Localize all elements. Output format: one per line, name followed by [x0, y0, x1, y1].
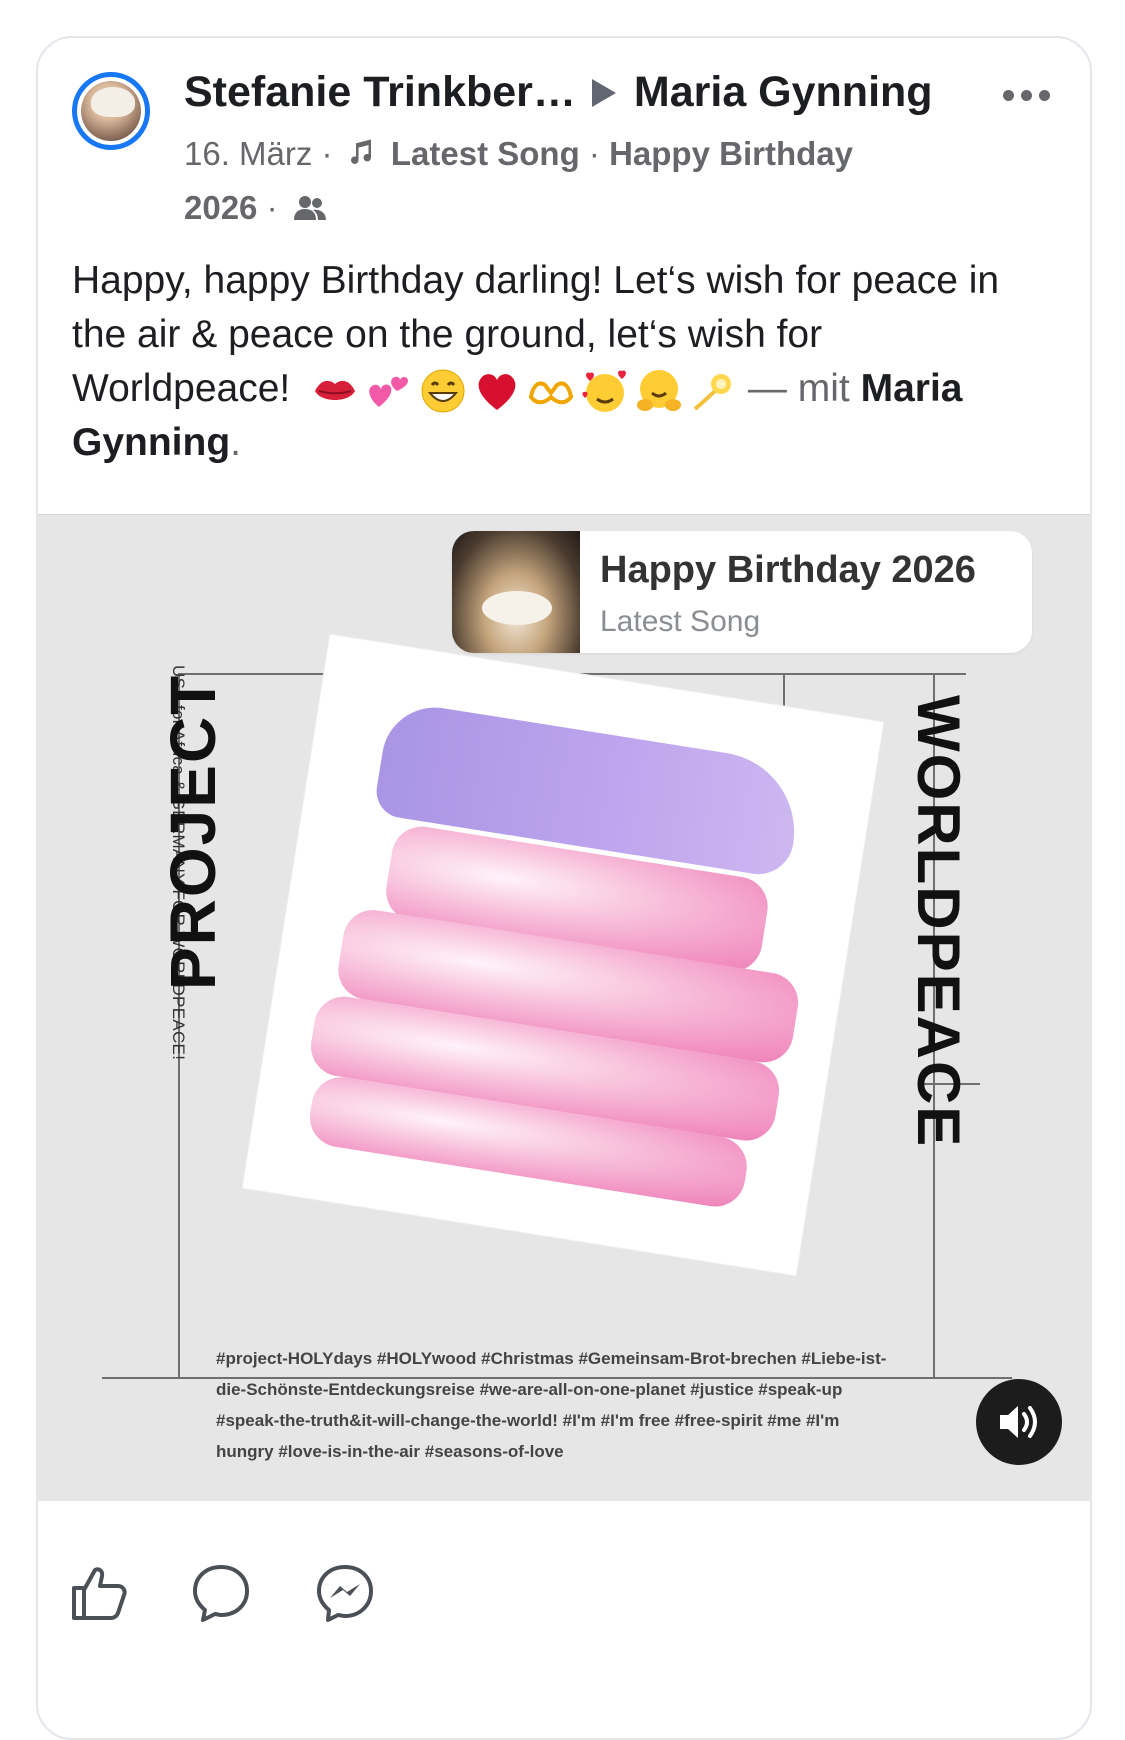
- thumbs-up-icon[interactable]: [68, 1562, 130, 1629]
- with-label: mit: [797, 367, 850, 410]
- song-sticker[interactable]: Happy Birthday 2026 Latest Song: [452, 531, 1032, 653]
- media-area[interactable]: Happy Birthday 2026 Latest Song USA for …: [38, 514, 1090, 1501]
- two-hearts-icon: [369, 376, 409, 407]
- avatar-image: [81, 81, 141, 141]
- post-end: .: [230, 421, 241, 464]
- messenger-icon[interactable]: [314, 1562, 376, 1629]
- poster-project-word: PROJECT: [157, 673, 229, 990]
- post-card: Stefanie Trinkber… Maria Gynning 16. Mär…: [36, 36, 1092, 1740]
- author-avatar[interactable]: [72, 72, 150, 150]
- activity-year[interactable]: 2026: [184, 189, 257, 226]
- post-date[interactable]: 16. März: [184, 135, 312, 172]
- post-title: Stefanie Trinkber… Maria Gynning: [184, 68, 933, 117]
- kiss-mark-icon: [315, 380, 356, 400]
- meta-separator-3: ·: [266, 189, 278, 227]
- smiling-face-hearts-icon: [582, 370, 627, 412]
- hugging-face-icon: [637, 369, 682, 411]
- activity-label[interactable]: Latest Song: [391, 135, 580, 172]
- album-artwork: [242, 634, 884, 1276]
- music-note-icon: [346, 130, 376, 182]
- comment-icon[interactable]: [190, 1562, 252, 1629]
- meta-separator-2: ·: [588, 135, 600, 172]
- author-name[interactable]: Stefanie Trinkber…: [184, 68, 576, 117]
- red-heart-icon: [478, 373, 516, 410]
- arrow-right-icon: [591, 78, 616, 107]
- action-bar: [38, 1500, 1090, 1650]
- song-thumbnail: [452, 531, 580, 653]
- friends-icon[interactable]: [293, 185, 327, 237]
- post-dash: —: [747, 367, 787, 410]
- target-name[interactable]: Maria Gynning: [634, 68, 933, 117]
- more-dots-icon[interactable]: [1003, 90, 1050, 101]
- song-subtitle: Latest Song: [600, 605, 761, 638]
- heart-hands-icon: [528, 381, 574, 404]
- activity-song[interactable]: Happy Birthday: [609, 135, 853, 172]
- post-body: Happy, happy Birthday darling! Let‘s wis…: [72, 254, 1032, 470]
- meta-separator: ·: [321, 135, 333, 172]
- speaker-icon[interactable]: [976, 1379, 1062, 1465]
- poster-hashtags: #project-HOLYdays #HOLYwood #Christmas #…: [216, 1349, 887, 1461]
- grinning-face-icon: [421, 369, 465, 413]
- emoji-row: [311, 367, 737, 415]
- post-header: Stefanie Trinkber… Maria Gynning 16. Mär…: [38, 38, 1090, 258]
- dizzy-icon: [693, 373, 732, 411]
- song-title: Happy Birthday 2026: [600, 549, 976, 591]
- post-meta: 16. März · Latest Song · Happy Birthday …: [184, 128, 924, 237]
- poster-worldpeace-word: WORLDPEACE: [905, 695, 972, 1149]
